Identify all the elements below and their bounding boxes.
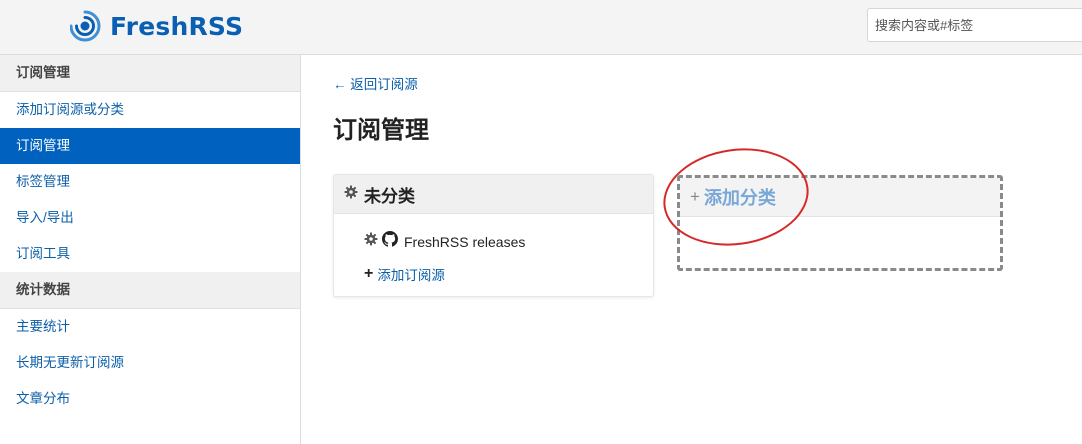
sidebar-item-article-repartition[interactable]: 文章分布: [0, 381, 300, 417]
logo-text: FreshRSS: [110, 11, 244, 41]
sidebar-item-subscription-management[interactable]: 订阅管理: [0, 128, 300, 164]
gear-icon[interactable]: [364, 232, 378, 251]
sidebar-heading-statistics: 统计数据: [0, 272, 300, 309]
add-category-header: + 添加分类: [680, 178, 1000, 217]
add-category-label: 添加分类: [703, 188, 776, 208]
sidebar-item-add-feed[interactable]: 添加订阅源或分类: [0, 92, 300, 128]
gear-icon[interactable]: [344, 185, 358, 204]
plus-icon: +: [364, 265, 374, 282]
sidebar-item-bookmarklet[interactable]: 订阅工具: [0, 236, 300, 272]
sidebar-item-tag-management[interactable]: 标签管理: [0, 164, 300, 200]
app-header: FreshRSS: [0, 0, 1082, 55]
feed-name[interactable]: FreshRSS releases: [404, 234, 525, 250]
search-input[interactable]: [867, 8, 1082, 42]
sidebar: 订阅管理 添加订阅源或分类 订阅管理 标签管理 导入/导出 订阅工具 统计数据 …: [0, 55, 301, 444]
sidebar-heading-subscription: 订阅管理: [0, 55, 300, 92]
feed-item: FreshRSS releases: [364, 231, 525, 252]
add-category-box[interactable]: + 添加分类: [677, 175, 1003, 271]
rss-logo-icon: [70, 10, 101, 42]
page-title: 订阅管理: [333, 117, 429, 144]
sidebar-item-import-export[interactable]: 导入/导出: [0, 200, 300, 236]
category-card: 未分类 FreshRSS releases + 添加订阅源: [333, 174, 654, 297]
sidebar-item-idle-feeds[interactable]: 长期无更新订阅源: [0, 345, 300, 381]
freshrss-logo[interactable]: FreshRSS: [70, 9, 243, 43]
plus-icon: +: [690, 187, 700, 206]
sidebar-item-main-stats[interactable]: 主要统计: [0, 309, 300, 345]
category-header: 未分类: [334, 175, 653, 214]
category-title: 未分类: [364, 186, 415, 206]
github-icon: [382, 231, 398, 252]
back-to-feeds-link[interactable]: ← 返回订阅源: [333, 73, 418, 93]
add-feed-label: 添加订阅源: [377, 268, 445, 283]
add-feed-button[interactable]: + 添加订阅源: [364, 264, 445, 284]
main-content: ← 返回订阅源 订阅管理 未分类 FreshRSS releases + 添加订…: [301, 55, 1082, 444]
